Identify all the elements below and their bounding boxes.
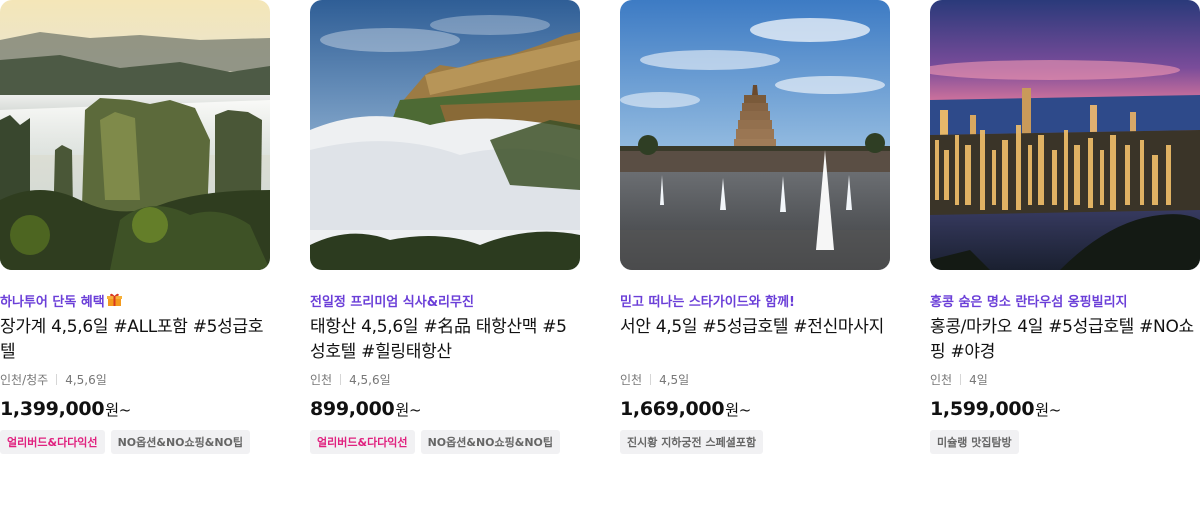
promo-text: 믿고 떠나는 스타가이드와 함께! [620,294,795,310]
product-card[interactable]: 홍콩 숨은 명소 란타우섬 옹핑빌리지 홍콩/마카오 4일 #5성급호텔 #NO… [930,0,1200,454]
product-title[interactable]: 장가계 4,5,6일 #ALL포함 #5성급호텔 [0,315,270,365]
trip-duration: 4,5,6일 [349,372,391,387]
price-amount: 1,669,000 [620,398,725,420]
tag-list: 얼리버드&다다익선 NO옵션&NO쇼핑&NO팁 [310,430,580,454]
departure-city: 인천/청주 [0,372,49,387]
tag-list: 얼리버드&다다익선 NO옵션&NO쇼핑&NO팁 [0,430,270,454]
product-card[interactable]: 전일정 프리미엄 식사&리무진 태항산 4,5,6일 #名品 태항산맥 #5성호… [310,0,580,454]
tag-badge: 진시황 지하궁전 스페셜포함 [620,430,764,454]
product-price: 1,669,000 원~ [620,398,890,424]
product-price: 1,399,000 원~ [0,398,270,424]
price-currency: 원~ [395,401,422,419]
product-title[interactable]: 홍콩/마카오 4일 #5성급호텔 #NO쇼핑 #야경 [930,315,1200,365]
hongkong-night-skyline-photo [930,0,1200,270]
price-amount: 899,000 [310,398,395,420]
promo-text: 하나투어 단독 혜택 [0,289,270,311]
product-price: 899,000 원~ [310,398,580,424]
product-image[interactable] [620,0,890,270]
product-image[interactable] [310,0,580,270]
product-meta: 인천 4,5일 [620,370,890,388]
product-meta: 인천 4,5,6일 [310,370,580,388]
departure-city: 인천 [310,372,333,387]
product-title[interactable]: 서안 4,5일 #5성급호텔 #전신마사지 [620,315,890,365]
product-title[interactable]: 태항산 4,5,6일 #名品 태항산맥 #5성호텔 #힐링태항산 [310,315,580,365]
meta-divider [650,373,652,385]
gift-icon [106,293,122,306]
meta-divider [340,373,342,385]
product-meta: 인천 4일 [930,370,1200,388]
trip-duration: 4,5일 [659,372,690,387]
tag-badge: NO옵션&NO쇼핑&NO팁 [110,430,251,454]
product-image[interactable] [930,0,1200,270]
promo-text: 홍콩 숨은 명소 란타우섬 옹핑빌리지 [930,294,1128,310]
tag-list: 미슐랭 맛집탐방 [930,430,1200,454]
departure-city: 인천 [930,372,953,387]
tag-badge: 얼리버드&다다익선 [0,430,105,454]
departure-city: 인천 [620,372,643,387]
trip-duration: 4,5,6일 [65,372,107,387]
product-card[interactable]: 하나투어 단독 혜택 장가계 4,5,6일 #ALL포함 #5성급호텔 인천/청… [0,0,270,454]
tag-badge: 얼리버드&다다익선 [310,430,415,454]
trip-duration: 4일 [969,372,988,387]
product-card[interactable]: 믿고 떠나는 스타가이드와 함께! 서안 4,5일 #5성급호텔 #전신마사지 … [620,0,890,454]
tag-badge: NO옵션&NO쇼핑&NO팁 [420,430,561,454]
product-price: 1,599,000 원~ [930,398,1200,424]
tag-badge: 미슐랭 맛집탐방 [930,430,1019,454]
zhangjiajie-mountains-photo [0,0,270,270]
product-image[interactable] [0,0,270,270]
price-currency: 원~ [1035,401,1062,419]
tag-list: 진시황 지하궁전 스페셜포함 [620,430,890,454]
meta-divider [960,373,962,385]
promo-text: 전일정 프리미엄 식사&리무진 [310,294,474,310]
taihang-cliffs-clouds-photo [310,0,580,270]
product-meta: 인천/청주 4,5,6일 [0,370,270,388]
meta-divider [56,373,58,385]
price-currency: 원~ [105,401,132,419]
xian-pagoda-fountain-photo [620,0,890,270]
price-amount: 1,599,000 [930,398,1035,420]
price-amount: 1,399,000 [0,398,105,420]
price-currency: 원~ [725,401,752,419]
